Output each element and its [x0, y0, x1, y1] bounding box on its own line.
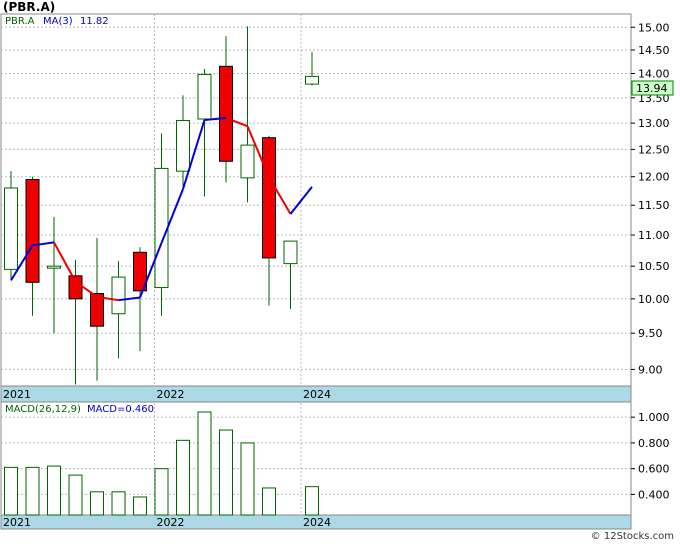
price-x-label: 2021 — [3, 388, 31, 401]
candle-down — [25, 179, 40, 283]
price-y-tick-labels: 15.0014.5014.0013.5013.0012.5012.0011.50… — [631, 21, 670, 376]
candle-up — [154, 167, 169, 289]
candle-down — [262, 137, 276, 259]
macd-bar — [262, 487, 276, 516]
macd-x-label: 2024 — [303, 516, 331, 529]
candle-up — [305, 75, 319, 85]
price-tick-label: 14.50 — [638, 44, 670, 57]
candle-down — [68, 275, 83, 300]
macd-bar — [305, 486, 319, 516]
chart: 15.0014.5014.0013.5013.0012.5012.0011.50… — [0, 13, 674, 530]
footer-credit: © 12Stocks.com — [590, 531, 674, 542]
candle-up — [197, 73, 212, 120]
macd-tick-label: 1.000 — [638, 411, 670, 424]
macd-y-tick-labels: 1.000 0.800 0.600 0.400 — [631, 411, 670, 501]
macd-tick-label: 0.600 — [638, 463, 670, 476]
price-tick-label: 12.00 — [638, 171, 670, 184]
price-tick-label: 11.00 — [638, 229, 670, 242]
macd-legend-label: MACD(26,12,9) — [5, 404, 81, 415]
price-legend: PBR.A MA(3) 11.82 — [5, 16, 109, 27]
legend-ticker: PBR.A — [5, 16, 35, 27]
candle-up — [47, 265, 61, 269]
macd-tick-label: 0.400 — [638, 488, 670, 501]
macd-bar — [47, 465, 61, 516]
macd-legend: MACD(26,12,9) MACD=0.460 — [5, 404, 154, 415]
candle-up — [240, 144, 255, 179]
price-x-label: 2022 — [157, 388, 185, 401]
price-panel-frame — [0, 13, 632, 404]
legend-ma-label: MA(3) — [43, 16, 73, 27]
price-x-label: 2024 — [303, 388, 331, 401]
macd-x-label: 2022 — [157, 516, 185, 529]
price-tick-label: 14.00 — [638, 67, 670, 80]
candle-up — [283, 240, 298, 265]
macd-bar — [111, 491, 126, 516]
price-tick-label: 11.50 — [638, 199, 670, 212]
last-price-label: 13.94 — [636, 82, 668, 95]
candle-up — [4, 187, 18, 270]
price-tick-label: 12.50 — [638, 143, 670, 156]
macd-bar — [68, 474, 83, 516]
candle-up — [176, 120, 190, 172]
macd-bar — [25, 466, 40, 516]
candle-down — [219, 65, 233, 162]
macd-legend-value: MACD=0.460 — [87, 404, 154, 415]
price-tick-label: 10.00 — [638, 293, 670, 306]
candle-up — [111, 276, 126, 315]
price-tick-label: 10.50 — [638, 260, 670, 273]
macd-bar — [197, 411, 212, 516]
price-tick-label: 9.00 — [638, 363, 663, 376]
macd-tick-label: 0.800 — [638, 437, 670, 450]
legend-ma-value: 11.82 — [80, 16, 109, 27]
price-tick-label: 9.50 — [638, 327, 663, 340]
macd-bar — [133, 496, 147, 516]
price-tick-label: 15.00 — [638, 21, 670, 34]
macd-bar — [219, 429, 233, 516]
macd-bar — [240, 442, 255, 516]
macd-bar — [154, 468, 169, 516]
price-tick-label: 13.00 — [638, 117, 670, 130]
macd-x-label: 2021 — [3, 516, 31, 529]
macd-bar — [176, 439, 190, 516]
macd-bar — [90, 491, 104, 516]
macd-bar — [4, 466, 18, 516]
